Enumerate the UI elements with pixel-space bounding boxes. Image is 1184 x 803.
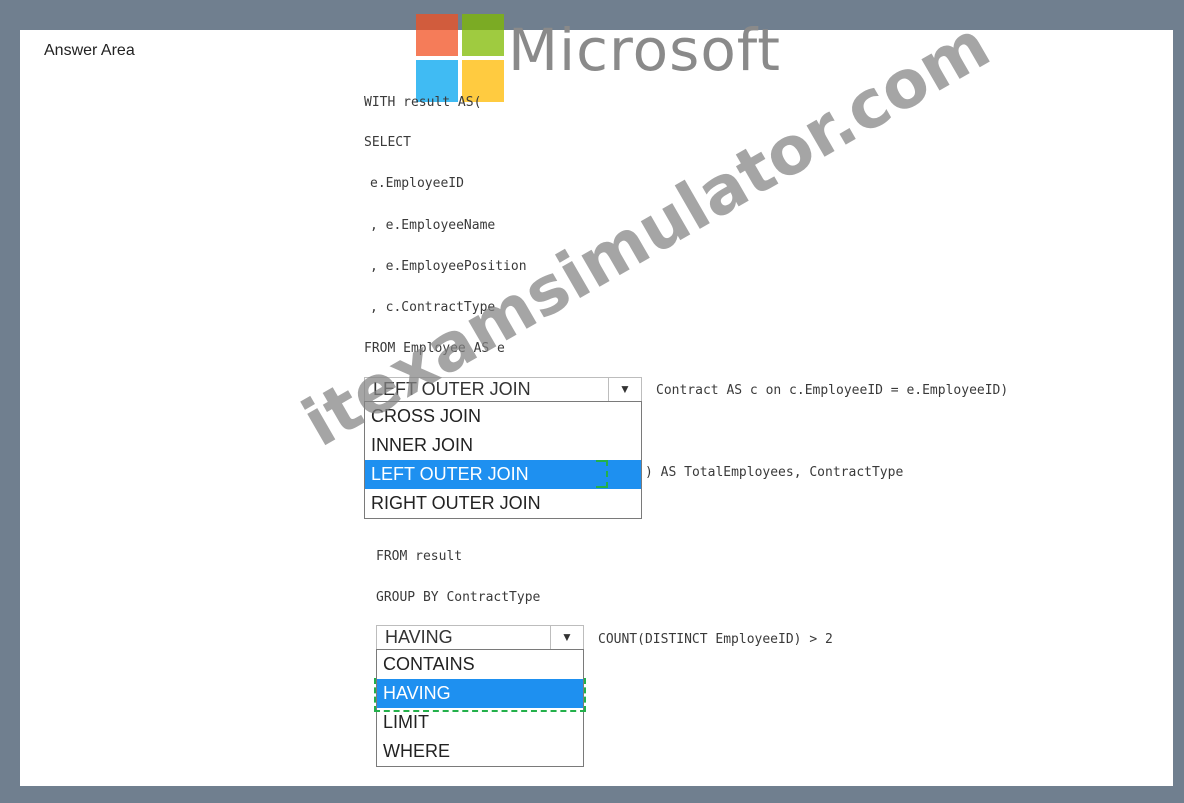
answer-area-title: Answer Area [44,42,135,59]
join-type-dropdown[interactable]: LEFT OUTER JOIN ▼ [364,377,642,402]
code-line-join-condition: Contract AS c on c.EmployeeID = e.Employ… [656,383,1009,398]
option-contains[interactable]: CONTAINS [377,650,583,679]
option-limit[interactable]: LIMIT [377,708,583,737]
option-inner-join[interactable]: INNER JOIN [365,431,641,460]
code-line-select: SELECT [364,135,411,150]
join-type-options-list[interactable]: CROSS JOIN INNER JOIN LEFT OUTER JOIN RI… [364,401,642,519]
microsoft-logo-icon [416,14,506,104]
chevron-down-icon[interactable]: ▼ [608,378,641,401]
code-line-having-condition: COUNT(DISTINCT EmployeeID) > 2 [598,632,833,647]
chevron-down-icon[interactable]: ▼ [550,626,583,649]
code-line-from-employee: FROM Employee AS e [364,341,505,356]
join-type-selected-value: LEFT OUTER JOIN [373,379,531,399]
option-where[interactable]: WHERE [377,737,583,766]
option-cross-join[interactable]: CROSS JOIN [365,402,641,431]
option-left-outer-join[interactable]: LEFT OUTER JOIN [365,460,641,489]
code-line-employee-name: , e.EmployeeName [370,218,496,233]
microsoft-wordmark: Microsoft [508,16,781,84]
option-having[interactable]: HAVING [377,679,583,708]
filter-clause-selected-value: HAVING [385,627,453,647]
code-line-employee-position: , e.EmployeePosition [370,259,527,274]
code-line-count-alias: ) AS TotalEmployees, ContractType [645,465,904,480]
filter-clause-dropdown[interactable]: HAVING ▼ [376,625,584,650]
code-line-group-by: GROUP BY ContractType [376,590,541,605]
code-line-with: WITH result AS( [364,95,482,110]
filter-clause-options-list[interactable]: CONTAINS HAVING LIMIT WHERE [376,649,584,767]
option-right-outer-join[interactable]: RIGHT OUTER JOIN [365,489,641,518]
code-line-from-result: FROM result [376,549,463,564]
code-line-employee-id: e.EmployeeID [370,176,464,191]
code-line-contract-type: , c.ContractType [370,300,496,315]
